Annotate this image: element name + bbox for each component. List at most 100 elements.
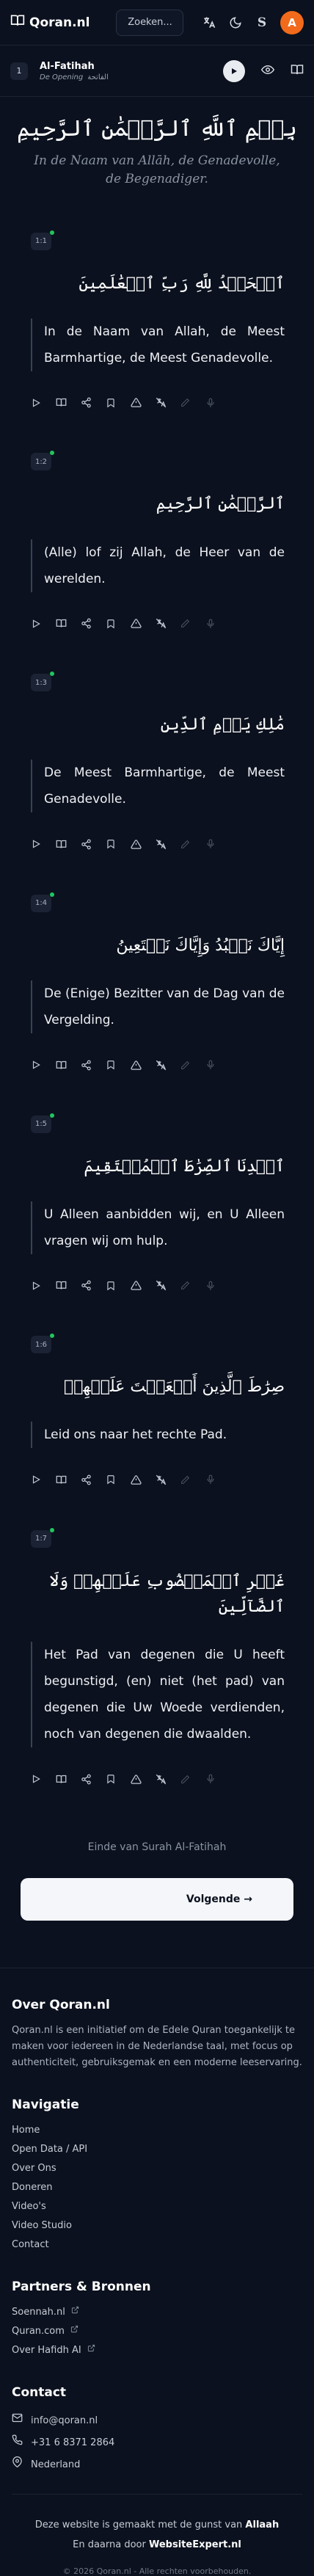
bookmark-icon[interactable] [106, 614, 131, 633]
developer-link[interactable]: WebsiteExpert.nl [149, 2539, 241, 2550]
footer-phone[interactable]: +31 6 8371 2864 [12, 2432, 302, 2454]
footer-nav-link[interactable]: Over Ons [12, 2159, 302, 2178]
logo[interactable]: Qoran.nl [10, 13, 90, 32]
partner-label: Quran.com [12, 2326, 65, 2337]
mic-icon [205, 834, 230, 854]
surah-bar: 1 Al-Fatihah De Opening الفاتحة [0, 46, 314, 97]
footer-nav-link[interactable]: Video's [12, 2197, 302, 2216]
footer-nav-link[interactable]: Contact [12, 2235, 302, 2255]
footer-nav-link[interactable]: Home [12, 2121, 302, 2140]
verse-translation: (Alle) lof zij Allah, de Heer van de wer… [31, 539, 285, 592]
partner-label: Over Hafidh AI [12, 2345, 81, 2357]
search-button[interactable]: Zoeken... [116, 9, 184, 36]
footer-nav-link[interactable]: Doneren [12, 2178, 302, 2197]
external-link-icon [70, 2322, 78, 2341]
warning-icon[interactable] [131, 614, 156, 633]
play-icon[interactable] [31, 834, 56, 854]
pencil-icon [180, 834, 205, 854]
warning-icon[interactable] [131, 1276, 156, 1295]
warning-icon[interactable] [131, 1470, 156, 1489]
footer-email[interactable]: info@qoran.nl [12, 2410, 302, 2432]
pencil-icon [180, 1769, 205, 1789]
verse-actions [31, 1470, 285, 1489]
translate-off-icon[interactable] [156, 1470, 180, 1489]
location-text: Nederland [31, 2459, 81, 2471]
pencil-icon [180, 1470, 205, 1489]
share-icon[interactable] [81, 1470, 106, 1489]
translate-off-icon[interactable] [156, 1055, 180, 1074]
footer: Over Qoran.nl Qoran.nl is een initiatief… [0, 1968, 314, 2576]
bookmark-icon[interactable] [106, 393, 131, 412]
verse-translation: De (Enige) Bezitter van de Dag van de Ve… [31, 980, 285, 1034]
warning-icon[interactable] [131, 834, 156, 854]
book-open-icon[interactable] [56, 1276, 81, 1295]
verse-translation: Het Pad van degenen die U heeft begunsti… [31, 1642, 285, 1748]
share-icon[interactable] [81, 1055, 106, 1074]
translate-off-icon[interactable] [156, 614, 180, 633]
play-icon[interactable] [31, 1769, 56, 1789]
book-open-icon[interactable] [56, 834, 81, 854]
verse-translation: Leid ons naar het rechte Pad. [31, 1422, 285, 1449]
map-pin-icon [12, 2454, 23, 2476]
book-open-icon[interactable] [56, 1055, 81, 1074]
footer-partner-link[interactable]: Over Hafidh AI [12, 2341, 302, 2360]
bookmark-icon[interactable] [106, 1276, 131, 1295]
copyright: © 2026 Qoran.nl - Alle rechten voorbehou… [62, 2566, 252, 2576]
share-icon[interactable] [81, 1769, 106, 1789]
footer-partners-title: Partners & Bronnen [12, 2280, 151, 2295]
play-icon[interactable] [31, 393, 56, 412]
book-open-icon[interactable] [56, 1769, 81, 1789]
play-icon[interactable] [31, 614, 56, 633]
play-surah-button[interactable] [223, 59, 245, 82]
next-surah-button[interactable]: Volgende → [21, 1878, 293, 1921]
avatar[interactable]: A [280, 10, 304, 34]
play-icon[interactable] [31, 1276, 56, 1295]
share-icon[interactable] [81, 1276, 106, 1295]
bookmark-icon[interactable] [106, 1470, 131, 1489]
book-icon[interactable] [291, 63, 304, 79]
translate-icon[interactable] [201, 15, 217, 31]
bookmark-icon[interactable] [106, 834, 131, 854]
book-open-icon [10, 13, 25, 32]
verses-list: 1:1 ٱلۡحَمۡدُ لِلَّهِ رَبِّ ٱلۡعَٰلَمِينَ… [0, 230, 314, 1789]
bookmark-icon[interactable] [106, 1055, 131, 1074]
mic-icon [205, 393, 230, 412]
verse-arabic: مَٰلِكِ يَوۡمِ ٱلدِّينِ [160, 716, 285, 735]
footer-about-title: Over Qoran.nl [12, 1998, 110, 2013]
phone-icon [12, 2432, 23, 2454]
footer-bottom: Deze website is gemaakt met de gunst van… [12, 2494, 302, 2576]
footer-partner-link[interactable]: Soennah.nl [12, 2303, 302, 2322]
verse-arabic: ٱهۡدِنَا ٱلصِّرَٰطَ ٱلۡمُسۡتَقِيمَ [84, 1157, 285, 1176]
translate-off-icon[interactable] [156, 1769, 180, 1789]
share-icon[interactable] [81, 393, 106, 412]
translate-off-icon[interactable] [156, 393, 180, 412]
footer-nav-link[interactable]: Open Data / API [12, 2140, 302, 2159]
footer-nav-link[interactable]: Video Studio [12, 2216, 302, 2235]
mic-icon [205, 1769, 230, 1789]
book-open-icon[interactable] [56, 614, 81, 633]
warning-icon[interactable] [131, 1769, 156, 1789]
book-open-icon[interactable] [56, 1470, 81, 1489]
share-icon[interactable] [81, 834, 106, 854]
moon-icon[interactable] [227, 15, 244, 31]
footer-partner-link[interactable]: Quran.com [12, 2322, 302, 2341]
footer-contact-title: Contact [12, 2385, 67, 2401]
s-toggle[interactable]: S [254, 15, 270, 31]
footer-nav-title: Navigatie [12, 2097, 79, 2113]
warning-icon[interactable] [131, 1055, 156, 1074]
play-icon[interactable] [31, 1055, 56, 1074]
verse-actions [31, 1276, 285, 1295]
translate-off-icon[interactable] [156, 834, 180, 854]
warning-icon[interactable] [131, 393, 156, 412]
play-icon[interactable] [31, 1470, 56, 1489]
verse-1-5: 1:5 ٱهۡدِنَا ٱلصِّرَٰطَ ٱلۡمُسۡتَقِيمَ U A… [0, 1113, 314, 1295]
verse-actions [31, 1769, 285, 1789]
pencil-icon [180, 614, 205, 633]
share-icon[interactable] [81, 614, 106, 633]
footer-location: Nederland [12, 2454, 302, 2476]
translate-off-icon[interactable] [156, 1276, 180, 1295]
book-open-icon[interactable] [56, 393, 81, 412]
eye-icon[interactable] [260, 63, 275, 79]
surah-meaning: De Opening [40, 73, 84, 81]
bookmark-icon[interactable] [106, 1769, 131, 1789]
